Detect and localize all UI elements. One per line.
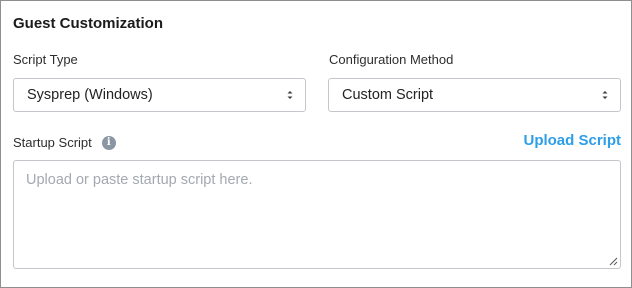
- select-arrows-icon: [287, 91, 293, 99]
- startup-script-label: Startup Script: [13, 135, 92, 150]
- startup-script-label-row: Startup Script i: [13, 135, 116, 150]
- configuration-method-value: Custom Script: [342, 87, 434, 103]
- guest-customization-panel: Guest Customization Script Type Configur…: [0, 0, 632, 288]
- select-arrows-icon: [602, 91, 608, 99]
- section-title: Guest Customization: [13, 15, 164, 32]
- upload-script-link[interactable]: Upload Script: [523, 132, 621, 149]
- script-type-value: Sysprep (Windows): [27, 87, 153, 103]
- configuration-method-select[interactable]: Custom Script: [328, 78, 621, 112]
- script-type-label: Script Type: [13, 52, 78, 67]
- script-type-select[interactable]: Sysprep (Windows): [13, 78, 306, 112]
- startup-script-textarea[interactable]: Upload or paste startup script here.: [13, 160, 621, 269]
- resize-handle-icon[interactable]: [608, 256, 618, 266]
- configuration-method-label: Configuration Method: [329, 52, 454, 67]
- info-icon[interactable]: i: [101, 135, 116, 150]
- startup-script-placeholder: Upload or paste startup script here.: [26, 172, 253, 188]
